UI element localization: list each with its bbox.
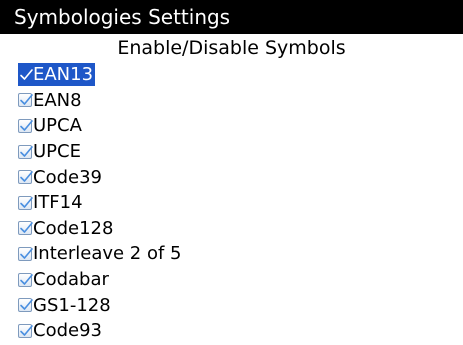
app-title: Symbologies Settings: [14, 5, 231, 29]
symbol-label: EAN13: [33, 64, 94, 86]
symbol-label: ITF14: [33, 192, 83, 214]
checkmark-icon: [20, 94, 33, 106]
list-item: Code93: [18, 318, 458, 344]
list-item: Interleave 2 of 5: [18, 241, 458, 267]
list-item: UPCA: [18, 113, 458, 139]
symbol-checkbox-item[interactable]: Interleave 2 of 5: [18, 242, 184, 265]
symbol-checkbox-item[interactable]: EAN13: [18, 63, 96, 87]
checkmark-icon: [20, 120, 33, 131]
symbol-label: Code128: [33, 217, 114, 239]
section-heading: Enable/Disable Symbols: [117, 37, 346, 59]
checkbox[interactable]: [18, 323, 33, 338]
checkbox[interactable]: [18, 170, 33, 185]
list-item: Code39: [18, 164, 458, 190]
checkbox[interactable]: [18, 118, 33, 133]
symbol-checkbox-item[interactable]: Code39: [18, 166, 104, 189]
title-bar: Symbologies Settings: [0, 0, 463, 34]
list-item: UPCE: [18, 139, 458, 165]
symbol-list: EAN13 EAN8 UPCA UPCE Code39 ITF14 Code128 Inter…: [18, 62, 458, 344]
checkbox[interactable]: [18, 272, 33, 287]
list-item: Code128: [18, 216, 458, 242]
checkbox[interactable]: [18, 195, 33, 210]
list-item: ITF14: [18, 190, 458, 216]
symbol-checkbox-item[interactable]: UPCE: [18, 140, 83, 163]
symbol-label: GS1-128: [33, 294, 111, 316]
symbol-label: EAN8: [33, 89, 82, 111]
symbol-checkbox-item[interactable]: ITF14: [18, 191, 85, 214]
checkbox[interactable]: [18, 93, 33, 108]
checkbox[interactable]: [18, 298, 33, 313]
symbol-label: UPCE: [33, 141, 81, 163]
checkmark-icon: [20, 324, 33, 336]
symbol-label: Code39: [33, 166, 102, 188]
list-item: Codabar: [18, 267, 458, 293]
checkmark-icon: [20, 222, 33, 234]
checkmark-icon: [20, 248, 33, 259]
checkbox[interactable]: [18, 221, 33, 236]
list-item: EAN13: [18, 62, 458, 88]
checkmark-icon: [20, 299, 33, 310]
checkmark-icon: [20, 273, 33, 285]
checkbox[interactable]: [18, 246, 33, 261]
checkmark-icon: [20, 68, 33, 80]
symbol-label: Code93: [33, 320, 102, 342]
checkmark-icon: [20, 171, 33, 182]
list-item: GS1-128: [18, 292, 458, 318]
checkbox[interactable]: [18, 68, 33, 82]
symbol-label: Interleave 2 of 5: [33, 243, 182, 265]
symbol-checkbox-item[interactable]: Codabar: [18, 268, 111, 291]
symbol-checkbox-item[interactable]: EAN8: [18, 89, 84, 112]
checkbox[interactable]: [18, 144, 33, 159]
symbol-checkbox-item[interactable]: GS1-128: [18, 294, 113, 317]
symbol-checkbox-item[interactable]: Code128: [18, 217, 115, 240]
symbol-label: Codabar: [33, 269, 109, 291]
symbol-checkbox-item[interactable]: UPCA: [18, 114, 84, 137]
list-item: EAN8: [18, 88, 458, 114]
symbol-checkbox-item[interactable]: Code93: [18, 319, 104, 342]
symbol-label: UPCA: [33, 115, 82, 137]
checkmark-icon: [20, 196, 33, 208]
checkmark-icon: [20, 145, 33, 157]
